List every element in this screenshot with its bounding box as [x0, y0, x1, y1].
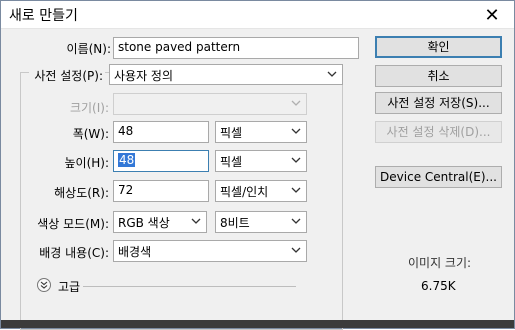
- new-document-dialog: 새로 만들기 ✕ 이름(N): stone paved pattern 사전 설…: [0, 0, 515, 330]
- chevron-down-icon: [291, 185, 301, 195]
- height-unit-select[interactable]: 픽셀: [215, 150, 307, 172]
- height-unit-value: 픽셀: [220, 155, 243, 169]
- preset-value: 사용자 정의: [114, 69, 174, 83]
- width-unit-select[interactable]: 픽셀: [215, 121, 307, 143]
- dialog-title: 새로 만들기: [9, 8, 78, 24]
- cancel-button[interactable]: 취소: [375, 65, 502, 87]
- resolution-unit-select[interactable]: 픽셀/인치: [215, 180, 307, 202]
- size-label: 크기(I):: [69, 101, 109, 115]
- color-mode-label: 색상 모드(M):: [37, 217, 109, 231]
- bit-depth-select[interactable]: 8비트: [215, 211, 307, 233]
- chevron-down-icon: [291, 126, 301, 136]
- resolution-input[interactable]: 72: [113, 180, 209, 202]
- width-input[interactable]: 48: [113, 121, 209, 143]
- resolution-value: 72: [118, 183, 134, 197]
- name-input[interactable]: stone paved pattern: [113, 37, 359, 59]
- chevron-down-icon: [291, 245, 301, 255]
- image-size-label: 이미지 크기:: [408, 256, 472, 270]
- name-value: stone paved pattern: [118, 40, 241, 54]
- chevron-down-icon: [191, 216, 201, 226]
- bit-depth-value: 8비트: [220, 216, 250, 230]
- ok-button[interactable]: 확인: [375, 36, 502, 58]
- size-select[interactable]: [113, 93, 307, 115]
- close-icon[interactable]: ✕: [470, 1, 514, 29]
- height-input[interactable]: 48: [113, 150, 209, 172]
- background-strip: [1, 320, 514, 328]
- width-unit-value: 픽셀: [220, 126, 243, 140]
- background-label: 배경 내용(C):: [39, 246, 109, 260]
- advanced-divider: [83, 286, 296, 287]
- double-chevron-down-icon[interactable]: [37, 278, 51, 292]
- name-label: 이름(N):: [66, 42, 111, 56]
- height-value: 48: [118, 153, 136, 167]
- title-bar: 새로 만들기 ✕: [1, 1, 514, 29]
- chevron-down-icon: [327, 69, 337, 79]
- resolution-label: 해상도(R):: [54, 186, 109, 200]
- color-mode-value: RGB 색상: [118, 216, 170, 230]
- save-preset-button[interactable]: 사전 설정 저장(S)...: [375, 92, 502, 114]
- image-size-value: 6.75K: [421, 279, 456, 293]
- chevron-down-icon: [291, 155, 301, 165]
- preset-select[interactable]: 사용자 정의: [109, 64, 343, 85]
- device-central-button[interactable]: Device Central(E)...: [375, 166, 502, 188]
- preset-label: 사전 설정(P):: [29, 67, 105, 84]
- advanced-label[interactable]: 고급: [58, 278, 80, 295]
- width-value: 48: [118, 124, 134, 138]
- chevron-down-icon: [291, 98, 301, 108]
- color-mode-select[interactable]: RGB 색상: [113, 211, 207, 233]
- height-label: 높이(H):: [64, 156, 109, 170]
- dialog-body: 이름(N): stone paved pattern 사전 설정(P): 사용자…: [1, 30, 514, 330]
- chevron-down-icon: [291, 216, 301, 226]
- delete-preset-button[interactable]: 사전 설정 삭제(D)...: [375, 121, 502, 143]
- background-select[interactable]: 배경색: [113, 240, 307, 262]
- width-label: 폭(W):: [72, 127, 109, 141]
- background-value: 배경색: [118, 245, 152, 259]
- resolution-unit-value: 픽셀/인치: [220, 185, 269, 199]
